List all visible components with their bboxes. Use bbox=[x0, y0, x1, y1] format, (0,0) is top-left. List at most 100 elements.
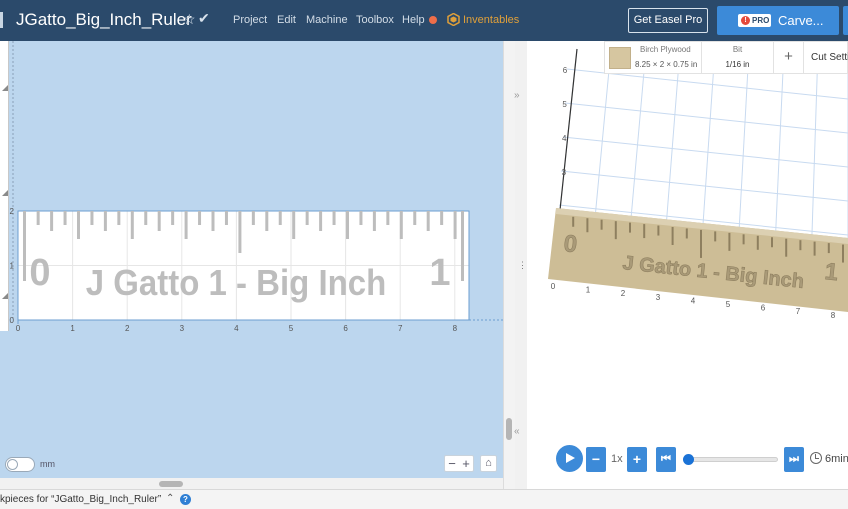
notification-dot bbox=[429, 16, 437, 24]
units-label: mm bbox=[40, 459, 55, 469]
star-icon[interactable]: ☆ bbox=[183, 11, 196, 28]
ruler-tick bbox=[399, 211, 403, 239]
ruler-tick bbox=[461, 211, 464, 281]
ruler-tick bbox=[359, 211, 363, 225]
x-tick-label: 4 bbox=[234, 324, 239, 333]
ruler-tick bbox=[238, 211, 242, 253]
top-bar: JGatto_Big_Inch_Ruler ☆ ✔ Project Edit M… bbox=[0, 0, 848, 41]
ruler-tick bbox=[63, 211, 67, 225]
preview-y-tick: 4 bbox=[562, 134, 567, 143]
ruler-tick bbox=[278, 211, 282, 225]
material-swatch[interactable] bbox=[609, 47, 631, 69]
zoom-controls: − + bbox=[444, 455, 474, 472]
x-tick-label: 0 bbox=[16, 324, 21, 333]
speed-up-button[interactable]: + bbox=[627, 447, 647, 472]
speed-down-button[interactable]: − bbox=[586, 447, 606, 472]
ruler-tick bbox=[36, 211, 40, 225]
preview-zero-label: 0 bbox=[562, 230, 578, 258]
preview-y-tick: 6 bbox=[563, 66, 568, 75]
add-bit-button[interactable]: + bbox=[773, 42, 803, 73]
material-bar: Birch Plywood 8.25 × 2 × 0.75 in Bit 1/1… bbox=[604, 41, 848, 74]
easel-app: JGatto_Big_Inch_Ruler ☆ ✔ Project Edit M… bbox=[0, 0, 848, 509]
preview-x-tick: 1 bbox=[586, 286, 591, 295]
y-tick-label: 2 bbox=[10, 207, 15, 216]
preview-x-tick: 2 bbox=[621, 289, 626, 298]
y-axis-labels: 2 1 0 bbox=[10, 207, 15, 325]
ruler-one-label[interactable]: 1 bbox=[429, 252, 450, 294]
bit-selector[interactable]: Bit 1/16 in bbox=[701, 42, 773, 73]
ruler-title-text[interactable]: J Gatto 1 - Big Inch bbox=[86, 264, 387, 304]
toggle-knob bbox=[7, 459, 18, 470]
x-tick-label: 6 bbox=[343, 324, 348, 333]
progress-slider-knob[interactable] bbox=[683, 454, 694, 465]
ruler-zero-label[interactable]: 0 bbox=[29, 252, 50, 294]
project-title[interactable]: JGatto_Big_Inch_Ruler bbox=[16, 10, 192, 30]
get-easel-pro-button[interactable]: Get Easel Pro bbox=[628, 8, 708, 33]
preview-3d[interactable]: 6543 0 J Gatto 1 - Big Inch 1 012345678 bbox=[527, 41, 848, 489]
ruler-tick bbox=[413, 211, 417, 225]
home-view-button[interactable]: ⌂ bbox=[480, 455, 497, 472]
ruler-tick bbox=[224, 211, 228, 225]
sidebar-edge[interactable] bbox=[0, 12, 3, 28]
ruler-marker-icon bbox=[2, 85, 8, 91]
x-tick-label: 3 bbox=[180, 324, 185, 333]
x-axis-labels: 0 1 2 3 4 5 6 7 8 bbox=[16, 324, 458, 333]
zoom-in-button[interactable]: + bbox=[459, 456, 473, 471]
workpieces-label[interactable]: kpieces for “JGatto_Big_Inch_Ruler” bbox=[0, 494, 161, 505]
zoom-out-button[interactable]: − bbox=[445, 456, 459, 471]
ruler-marker-icon bbox=[2, 293, 8, 299]
menu-edit[interactable]: Edit bbox=[277, 14, 296, 26]
forward-button[interactable]: ⏭ bbox=[784, 447, 804, 472]
ruler-tick bbox=[157, 211, 161, 231]
simulate-button[interactable] bbox=[843, 6, 848, 35]
units-toggle[interactable] bbox=[5, 457, 35, 472]
preview-x-tick: 4 bbox=[691, 296, 696, 305]
chevron-up-icon[interactable]: ⌃ bbox=[166, 493, 174, 504]
collapse-right-icon[interactable]: » bbox=[514, 90, 520, 101]
design-workspace[interactable]: 0 J Gatto 1 - Big Inch 1 0 1 2 3 4 5 6 7 8 2 1 0 bbox=[0, 41, 503, 478]
ruler-tick bbox=[332, 211, 336, 225]
ruler-tick bbox=[130, 211, 134, 239]
workpieces-bar[interactable]: kpieces for “JGatto_Big_Inch_Ruler” ⌃ ? bbox=[0, 489, 848, 509]
collapse-left-icon[interactable]: « bbox=[514, 426, 520, 437]
vertical-scrollbar[interactable] bbox=[506, 418, 512, 440]
check-icon: ✔ bbox=[198, 10, 210, 26]
drag-handle-icon[interactable]: ⋮ bbox=[518, 260, 527, 271]
ruler-tick bbox=[426, 211, 430, 231]
horizontal-scrollbar[interactable] bbox=[159, 481, 183, 487]
ruler-tick bbox=[90, 211, 94, 225]
play-icon bbox=[566, 453, 575, 463]
ruler-tick bbox=[184, 211, 188, 239]
ruler-tick bbox=[77, 211, 80, 239]
preview-x-tick: 0 bbox=[551, 282, 556, 291]
carve-label: Carve... bbox=[778, 13, 824, 28]
ruler-tick bbox=[305, 211, 309, 225]
menu-help[interactable]: Help bbox=[402, 14, 425, 26]
menu-toolbox[interactable]: Toolbox bbox=[356, 14, 394, 26]
inventables-link[interactable]: Inventables bbox=[463, 14, 519, 26]
x-tick-label: 7 bbox=[398, 324, 403, 333]
play-button[interactable] bbox=[556, 445, 583, 472]
preview-x-tick: 8 bbox=[831, 311, 836, 320]
progress-slider-track[interactable] bbox=[685, 457, 778, 462]
ruler-tick bbox=[265, 211, 269, 231]
help-icon[interactable]: ? bbox=[180, 494, 191, 505]
menu-project[interactable]: Project bbox=[233, 14, 267, 26]
preview-x-tick: 6 bbox=[761, 304, 766, 313]
cut-settings-button[interactable]: Cut Settings bbox=[803, 42, 848, 73]
material-name[interactable]: Birch Plywood bbox=[640, 45, 691, 54]
ruler-tick bbox=[319, 211, 323, 231]
menu-machine[interactable]: Machine bbox=[306, 14, 348, 26]
x-tick-label: 1 bbox=[70, 324, 75, 333]
preview-grid-line bbox=[562, 136, 848, 168]
ruler-tick bbox=[144, 211, 148, 225]
rewind-button[interactable]: ⏮ bbox=[656, 447, 676, 472]
y-tick-label: 0 bbox=[10, 316, 15, 325]
preview-one-label: 1 bbox=[823, 258, 839, 286]
pro-badge-label: PRO bbox=[752, 16, 770, 25]
ruler-tick bbox=[372, 211, 376, 231]
carve-button[interactable]: ! PRO Carve... bbox=[717, 6, 839, 35]
material-dimensions[interactable]: 8.25 × 2 × 0.75 in bbox=[635, 60, 697, 69]
ruler-tick bbox=[117, 211, 121, 225]
inventables-logo-icon[interactable] bbox=[447, 13, 460, 26]
